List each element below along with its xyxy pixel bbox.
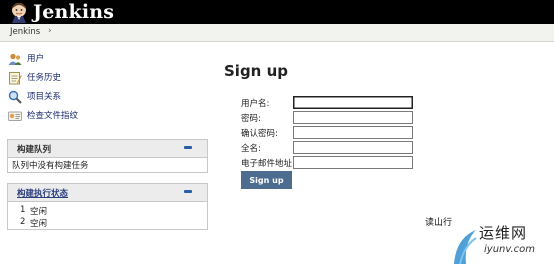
brand-title[interactable]: Jenkins (33, 1, 114, 23)
build-queue-empty-message: 队列中没有构建任务 (12, 161, 89, 171)
confirm-password-field[interactable] (293, 126, 413, 139)
watermark-cn: 运维网 (479, 224, 528, 242)
sign-up-button[interactable]: Sign up (241, 171, 292, 189)
executor-index: 2 (20, 217, 26, 227)
notepad-icon (9, 72, 22, 85)
build-queue-header: 构建队列 (8, 140, 207, 158)
fullname-field[interactable] (293, 141, 413, 154)
page-title: Sign up (224, 62, 288, 80)
sidebar-item-label: 项目关系 (27, 92, 62, 102)
sidebar-item-label: 任务历史 (27, 73, 62, 83)
executors-panel: 构建执行状态 1 空闲 2 空闲 (7, 183, 208, 230)
username-field[interactable] (293, 96, 413, 109)
confirm-password-label: 确认密码: (241, 129, 278, 139)
build-queue-panel: 构建队列 队列中没有构建任务 (7, 139, 208, 173)
executor-status: 空闲 (30, 207, 48, 217)
executor-index: 1 (20, 205, 26, 215)
collapse-icon[interactable] (184, 190, 192, 193)
top-header: Jenkins (0, 0, 554, 24)
breadcrumb-separator: › (48, 26, 52, 36)
email-field[interactable] (293, 156, 413, 169)
build-queue-title: 构建队列 (17, 145, 52, 155)
breadcrumb: Jenkins › (0, 24, 554, 42)
jenkins-butler-icon[interactable] (8, 1, 30, 23)
fingerprint-icon (8, 111, 22, 121)
executors-title-link[interactable]: 构建执行状态 (17, 187, 68, 199)
search-icon (8, 90, 22, 104)
users-icon (8, 53, 22, 65)
username-label: 用户名: (241, 99, 270, 109)
executors-header: 构建执行状态 (8, 184, 207, 202)
fullname-label: 全名: (241, 144, 261, 154)
email-label: 电子邮件地址: (241, 159, 295, 169)
executor-status: 空闲 (30, 219, 48, 229)
sidebar-item-label: 用户 (27, 54, 45, 64)
breadcrumb-root[interactable]: Jenkins (10, 27, 40, 37)
watermark-url: iyunv.com (484, 244, 536, 255)
password-field[interactable] (293, 111, 413, 124)
password-label: 密码: (241, 114, 261, 124)
collapse-icon[interactable] (184, 146, 192, 149)
sidebar-item-label: 检查文件指纹 (27, 111, 79, 121)
